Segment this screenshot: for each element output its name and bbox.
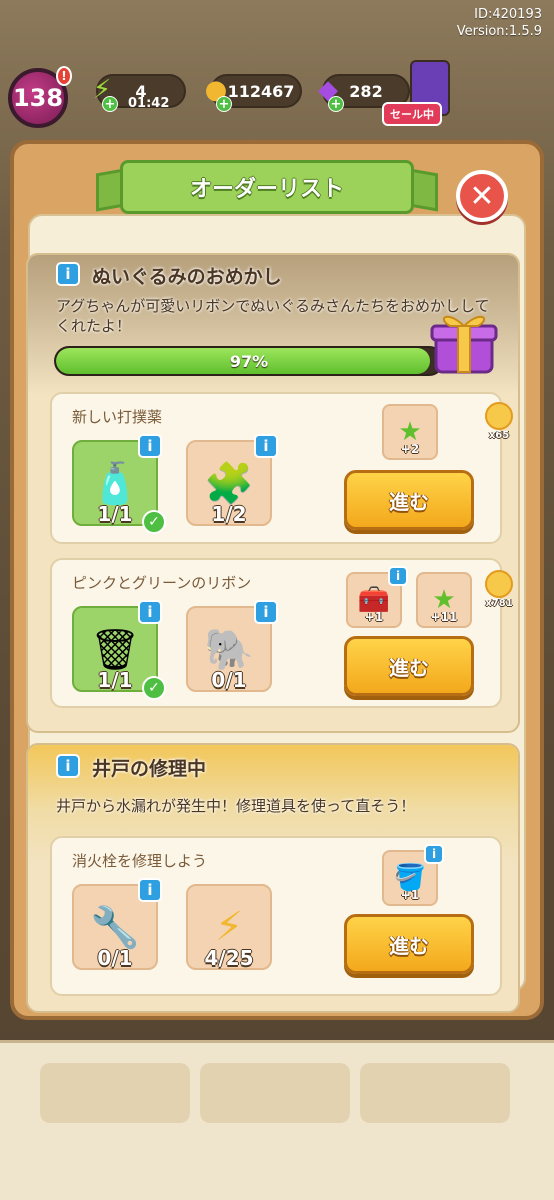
task-title: ピンクとグリーンのリボン xyxy=(72,574,252,592)
bottom-slot xyxy=(200,1063,350,1123)
task-title: 新しい打撲薬 xyxy=(72,408,163,426)
sale-badge[interactable]: セール中 xyxy=(382,102,442,126)
item-count: 1/2 xyxy=(211,502,247,526)
proceed-button[interactable]: 進む xyxy=(344,470,474,530)
reward-slot[interactable]: ★ +2 xyxy=(382,404,438,460)
reward-slot[interactable]: ★ +11 xyxy=(416,572,472,628)
info-icon[interactable]: i xyxy=(388,566,408,586)
panel-title: オーダーリスト xyxy=(120,160,414,214)
alert-icon: ! xyxy=(56,66,72,86)
item-count: 0/1 xyxy=(211,668,247,692)
flower-count: x781 xyxy=(485,598,513,609)
required-item-slot[interactable]: ⚡ 4/25 xyxy=(186,884,272,970)
side-flower-badge: x781 xyxy=(482,570,516,612)
reward-count: +1 xyxy=(364,610,384,624)
task-title: 消火栓を修理しよう xyxy=(72,852,208,870)
medicine-bottle-icon: 🧴 xyxy=(90,460,140,507)
info-icon[interactable]: i xyxy=(254,434,278,458)
info-icon[interactable]: i xyxy=(56,754,80,778)
flower-count: x65 xyxy=(488,430,510,441)
bottom-area xyxy=(0,1040,554,1200)
raccoon-trash-bin-icon: 🗑 xyxy=(89,626,141,673)
flower-icon xyxy=(485,402,513,430)
reward-count: +1 xyxy=(400,888,420,902)
check-icon: ✓ xyxy=(142,510,166,534)
check-icon: ✓ xyxy=(142,676,166,700)
info-icon[interactable]: i xyxy=(138,878,162,902)
reward-count: +11 xyxy=(430,610,458,624)
build-info: ID:420193 Version:1.5.9 xyxy=(457,6,542,40)
order-title: ぬいぐるみのおめかし xyxy=(92,266,282,288)
add-energy-icon[interactable]: + xyxy=(102,96,118,112)
gift-box-icon[interactable] xyxy=(428,304,500,376)
blue-puzzle-piece-icon: 🧩 xyxy=(204,460,254,507)
order-description: 井戸から水漏れが発生中！修理道具を使って直そう！ xyxy=(56,797,416,815)
progress-label: 97% xyxy=(229,351,269,371)
coin-counter[interactable]: ● + 112467 xyxy=(205,74,302,112)
elephant-plush-icon: 🐘 xyxy=(204,626,254,673)
wrench-icon: 🔧 xyxy=(90,904,140,951)
proceed-button[interactable]: 進む xyxy=(344,914,474,974)
info-icon[interactable]: i xyxy=(138,434,162,458)
side-flower-badge: x65 xyxy=(482,402,516,444)
close-button[interactable]: ✕ xyxy=(456,170,508,222)
info-icon[interactable]: i xyxy=(254,600,278,624)
flower-icon xyxy=(485,570,513,598)
info-icon[interactable]: i xyxy=(56,262,80,286)
info-icon[interactable]: i xyxy=(138,600,162,624)
order-title: 井戸の修理中 xyxy=(92,758,207,780)
level-value: 138 xyxy=(12,84,64,112)
level-badge[interactable]: 138 ! xyxy=(8,66,72,128)
lightning-icon: ⚡ xyxy=(214,904,244,950)
item-count: 0/1 xyxy=(97,946,133,970)
reward-count: +2 xyxy=(400,442,420,456)
bottom-slot xyxy=(40,1063,190,1123)
proceed-button[interactable]: 進む xyxy=(344,636,474,696)
energy-timer: 01:42 xyxy=(128,96,170,111)
order-progress-bar: 97% xyxy=(54,346,444,376)
add-gem-icon[interactable]: + xyxy=(328,96,344,112)
app-version: Version:1.5.9 xyxy=(456,24,542,39)
gem-value: 282 xyxy=(349,81,383,101)
add-coin-icon[interactable]: + xyxy=(216,96,232,112)
user-id: ID:420193 xyxy=(474,7,542,22)
status-bar: 138 ! ⚡ + 4 ● + 112467 ◆ + 282 xyxy=(0,64,554,128)
info-icon[interactable]: i xyxy=(424,844,444,864)
bottom-slot xyxy=(360,1063,510,1123)
item-count: 4/25 xyxy=(204,946,254,970)
